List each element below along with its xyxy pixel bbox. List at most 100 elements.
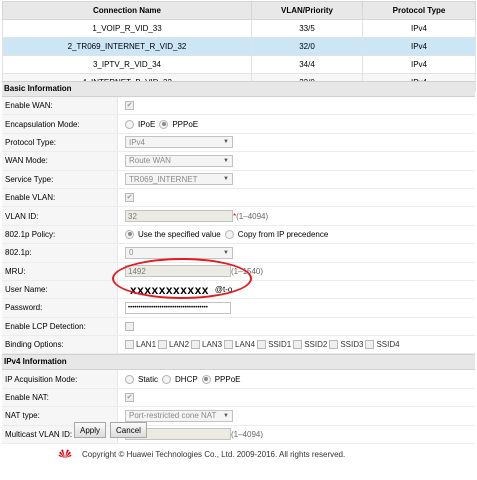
cell-protocol-type[interactable]: IPv4 xyxy=(362,55,476,74)
row-enable-vlan: Enable VLAN: ✔ xyxy=(2,188,475,208)
multicast-vlan-hint: (1–4094) xyxy=(231,429,264,439)
row-service-type: Service Type: TR069_INTERNET ▼ xyxy=(2,170,475,189)
wan-config-form: Basic Information Enable WAN: ✔ Encapsul… xyxy=(2,81,475,445)
chevron-down-icon: ▼ xyxy=(223,176,229,183)
row-8021p-policy: 802.1p Policy: Use the specified value C… xyxy=(2,225,475,245)
label-vlan-id: VLAN ID: xyxy=(2,207,118,225)
encap-pppoe-label: PPPoE xyxy=(172,119,199,129)
row-mru: MRU: 1492 (1–1540) xyxy=(2,262,475,281)
check-icon: ✔ xyxy=(126,102,133,110)
acq-pppoe-label: PPPoE xyxy=(214,374,241,384)
row-password: Password: ••••••••••••••••••••••••••••••… xyxy=(2,299,475,318)
check-icon: ✔ xyxy=(126,394,133,402)
cell-connection-name[interactable]: 1_VOIP_R_VID_33 xyxy=(2,19,252,38)
8021p-value: 0 xyxy=(129,248,134,258)
row-wan-mode: WAN Mode: Route WAN ▼ xyxy=(2,152,475,171)
table-header-row: Connection Name VLAN/Priority Protocol T… xyxy=(2,1,476,20)
service-type-select[interactable]: TR069_INTERNET ▼ xyxy=(125,173,233,186)
cell-protocol-type[interactable]: IPv4 xyxy=(362,19,476,38)
binding-lan1-checkbox[interactable] xyxy=(125,340,134,350)
binding-ssid4-label: SSID4 xyxy=(376,340,400,350)
label-enable-vlan: Enable VLAN: xyxy=(2,188,118,207)
user-name-input[interactable]: xxxxxxxxxxx xyxy=(130,283,209,297)
label-protocol-type: Protocol Type: xyxy=(2,133,118,152)
enable-wan-checkbox[interactable]: ✔ xyxy=(125,101,134,111)
chevron-down-icon: ▼ xyxy=(223,157,229,164)
acq-pppoe-radio[interactable] xyxy=(201,374,211,384)
table-row-selected[interactable]: 2_TR069_INTERNET_R_VID_32 32/0 IPv4 xyxy=(2,37,476,56)
table-row[interactable]: 3_IPTV_R_VID_34 34/4 IPv4 xyxy=(2,55,476,74)
huawei-logo-icon xyxy=(58,449,72,458)
row-binding-options: Binding Options: LAN1 LAN2 LAN3 LAN4 SSI… xyxy=(2,336,475,355)
cell-vlan-priority[interactable]: 33/5 xyxy=(251,19,363,38)
binding-ssid3-label: SSID3 xyxy=(340,340,364,350)
binding-ssid1-checkbox[interactable] xyxy=(257,340,267,350)
mru-input[interactable]: 1492 xyxy=(125,265,231,278)
chevron-down-icon: ▼ xyxy=(223,412,229,419)
label-binding-options: Binding Options: xyxy=(2,336,118,354)
binding-lan2-label: LAN2 xyxy=(169,340,190,350)
label-enable-lcp: Enable LCP Detection: xyxy=(2,317,118,336)
row-enable-lcp: Enable LCP Detection: xyxy=(2,317,475,337)
label-wan-mode: WAN Mode: xyxy=(2,152,118,170)
label-mru: MRU: xyxy=(2,262,118,280)
row-protocol-type: Protocol Type: IPv4 ▼ xyxy=(2,133,475,153)
mru-hint: (1–1540) xyxy=(231,266,264,276)
protocol-type-select[interactable]: IPv4 ▼ xyxy=(125,136,233,149)
binding-lan4-checkbox[interactable] xyxy=(224,340,234,350)
binding-ssid3-checkbox[interactable] xyxy=(329,340,339,350)
apply-button[interactable]: Apply xyxy=(74,422,107,438)
binding-lan3-checkbox[interactable] xyxy=(191,340,201,350)
acq-dhcp-label: DHCP xyxy=(175,374,198,384)
row-nat-type: NAT type: Port-restricted cone NAT ▼ xyxy=(2,407,475,426)
encap-pppoe-radio[interactable] xyxy=(159,119,169,129)
nat-type-select[interactable]: Port-restricted cone NAT ▼ xyxy=(125,409,233,422)
row-ip-acquisition-mode: IP Acquisition Mode: Static DHCP PPPoE xyxy=(2,370,475,389)
acq-static-label: Static xyxy=(138,374,159,384)
cancel-button[interactable]: Cancel xyxy=(110,422,147,438)
service-type-value: TR069_INTERNET xyxy=(129,174,198,184)
binding-lan1-label: LAN1 xyxy=(136,340,157,350)
vlan-id-input[interactable]: 32 xyxy=(125,210,233,223)
col-header-protocol-type: Protocol Type xyxy=(362,1,476,20)
chevron-down-icon: ▼ xyxy=(223,249,229,256)
copyright-text: Copyright © Huawei Technologies Co., Ltd… xyxy=(82,449,346,459)
table-row[interactable]: 1_VOIP_R_VID_33 33/5 IPv4 xyxy=(2,19,476,38)
row-vlan-id: VLAN ID: 32 * (1–4094) xyxy=(2,207,475,226)
row-encapsulation-mode: Encapsulation Mode: IPoE PPPoE xyxy=(2,115,475,134)
cell-connection-name[interactable]: 3_IPTV_R_VID_34 xyxy=(2,55,252,74)
wan-mode-select[interactable]: Route WAN ▼ xyxy=(125,154,233,167)
policy-copy-radio[interactable] xyxy=(224,229,234,239)
acq-static-radio[interactable] xyxy=(125,374,134,384)
enable-vlan-checkbox[interactable]: ✔ xyxy=(125,193,134,203)
cell-protocol-type[interactable]: IPv4 xyxy=(362,37,476,56)
label-ip-acquisition-mode: IP Acquisition Mode: xyxy=(2,370,118,388)
policy-specified-radio[interactable] xyxy=(125,229,134,239)
row-user-name: User Name: xxxxxxxxxxx @t-o xyxy=(2,280,475,300)
check-icon: ✔ xyxy=(126,194,133,202)
label-encapsulation-mode: Encapsulation Mode: xyxy=(2,115,118,133)
acq-dhcp-radio[interactable] xyxy=(162,374,172,384)
encap-ipoe-label: IPoE xyxy=(138,119,156,129)
8021p-select[interactable]: 0 ▼ xyxy=(125,246,233,259)
cell-vlan-priority[interactable]: 34/4 xyxy=(251,55,363,74)
label-enable-wan: Enable WAN: xyxy=(2,97,118,115)
cell-connection-name[interactable]: 2_TR069_INTERNET_R_VID_32 xyxy=(2,37,252,56)
section-ipv4-information: IPv4 Information xyxy=(2,354,475,371)
label-user-name: User Name: xyxy=(2,280,118,299)
binding-ssid4-checkbox[interactable] xyxy=(365,340,375,350)
protocol-type-value: IPv4 xyxy=(129,137,146,147)
binding-ssid2-checkbox[interactable] xyxy=(293,340,303,350)
password-input[interactable]: •••••••••••••••••••••••••••••••••••••• xyxy=(125,301,231,314)
encap-ipoe-radio[interactable] xyxy=(125,119,134,129)
connection-table: Connection Name VLAN/Priority Protocol T… xyxy=(2,1,476,92)
binding-lan2-checkbox[interactable] xyxy=(158,340,168,350)
enable-lcp-checkbox[interactable] xyxy=(125,321,134,331)
row-enable-wan: Enable WAN: ✔ xyxy=(2,97,475,116)
vlan-id-hint: (1–4094) xyxy=(236,211,269,221)
label-8021p: 802.1p: xyxy=(2,244,118,262)
row-multicast-vlan-id: Multicast VLAN ID: (1–4094) xyxy=(2,425,475,445)
cell-vlan-priority[interactable]: 32/0 xyxy=(251,37,363,56)
row-8021p: 802.1p: 0 ▼ xyxy=(2,244,475,263)
enable-nat-checkbox[interactable]: ✔ xyxy=(125,393,134,403)
